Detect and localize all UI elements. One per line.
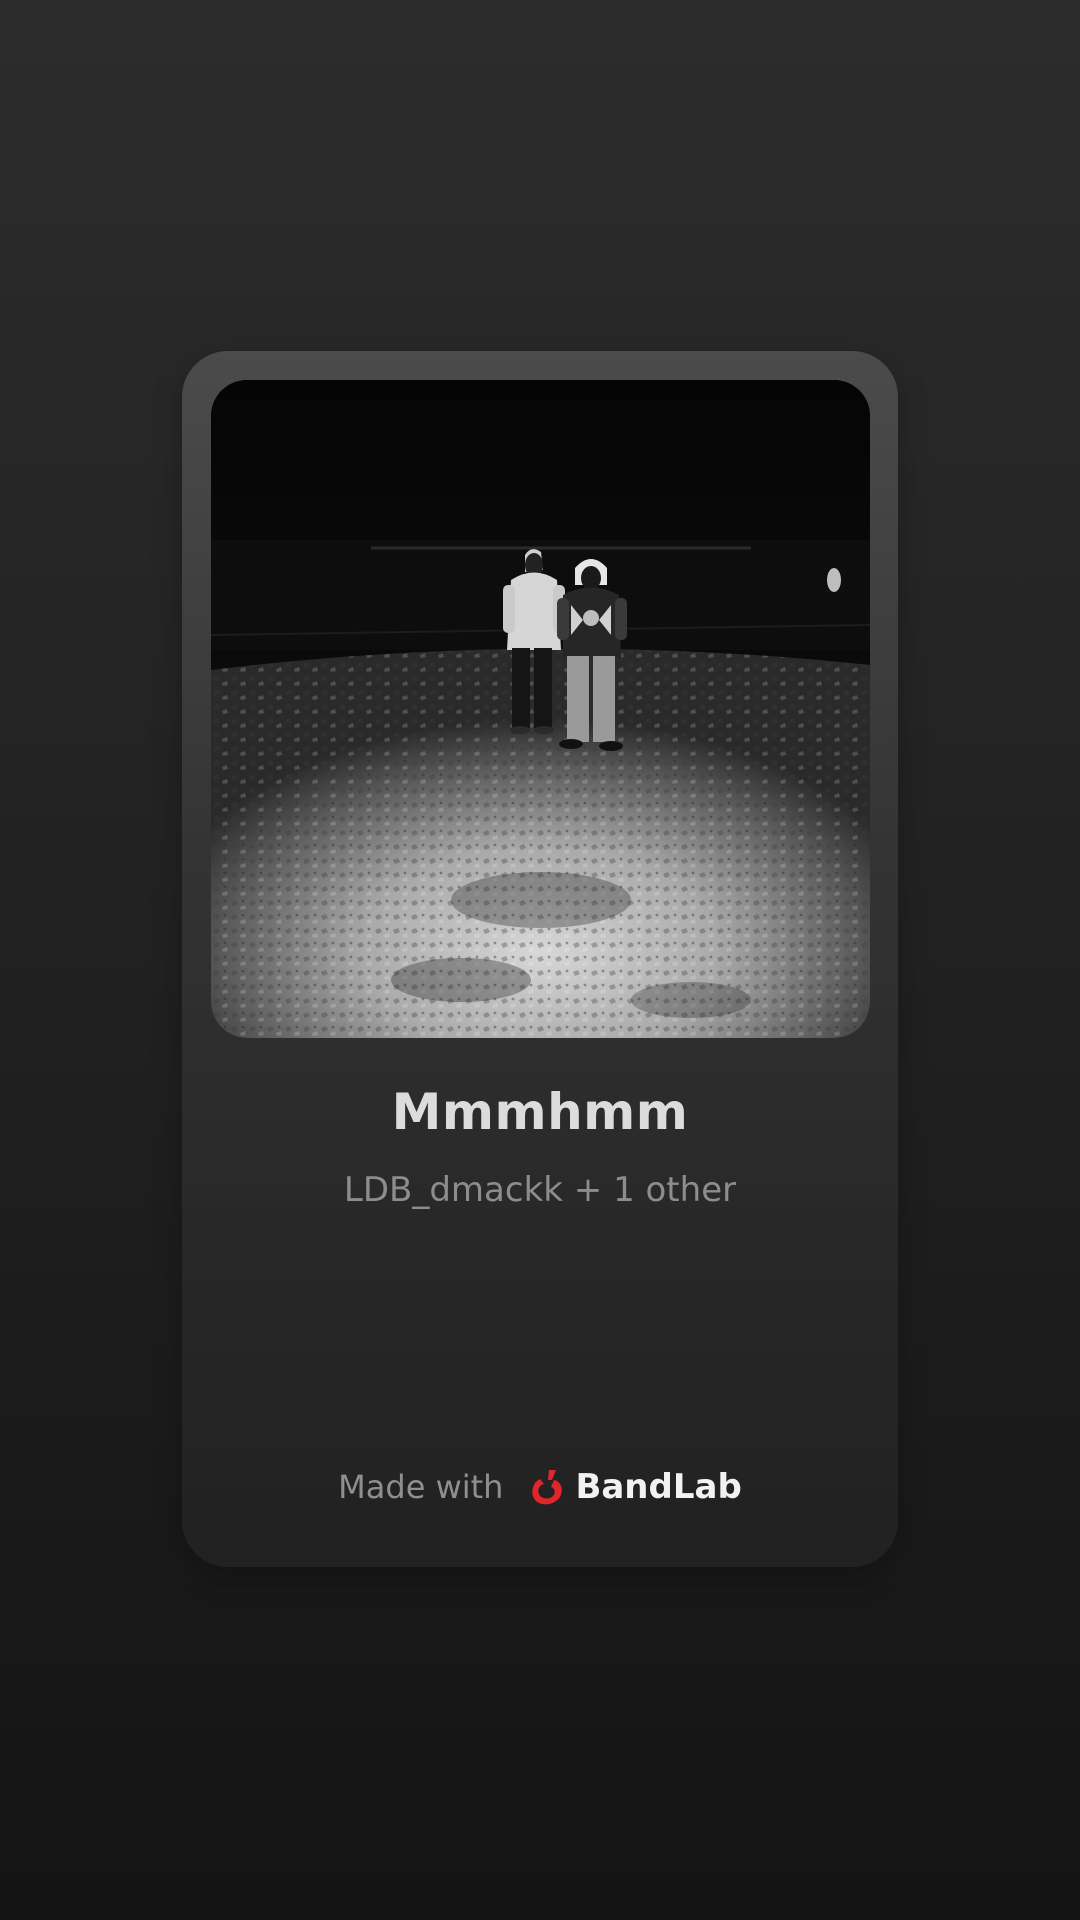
track-title: Mmmhmm	[391, 1083, 689, 1141]
bandlab-logo-text: BandLab	[575, 1467, 742, 1507]
track-artists: LDB_dmackk + 1 other	[343, 1170, 737, 1210]
made-with-bandlab: Made with BandLab	[182, 1466, 898, 1508]
made-with-label: Made with	[338, 1468, 504, 1506]
bandlab-logo-icon	[525, 1466, 567, 1508]
share-card: Mmmhmm LDB_dmackk + 1 other Made with Ba…	[182, 351, 898, 1567]
cover-artwork	[211, 380, 870, 1038]
